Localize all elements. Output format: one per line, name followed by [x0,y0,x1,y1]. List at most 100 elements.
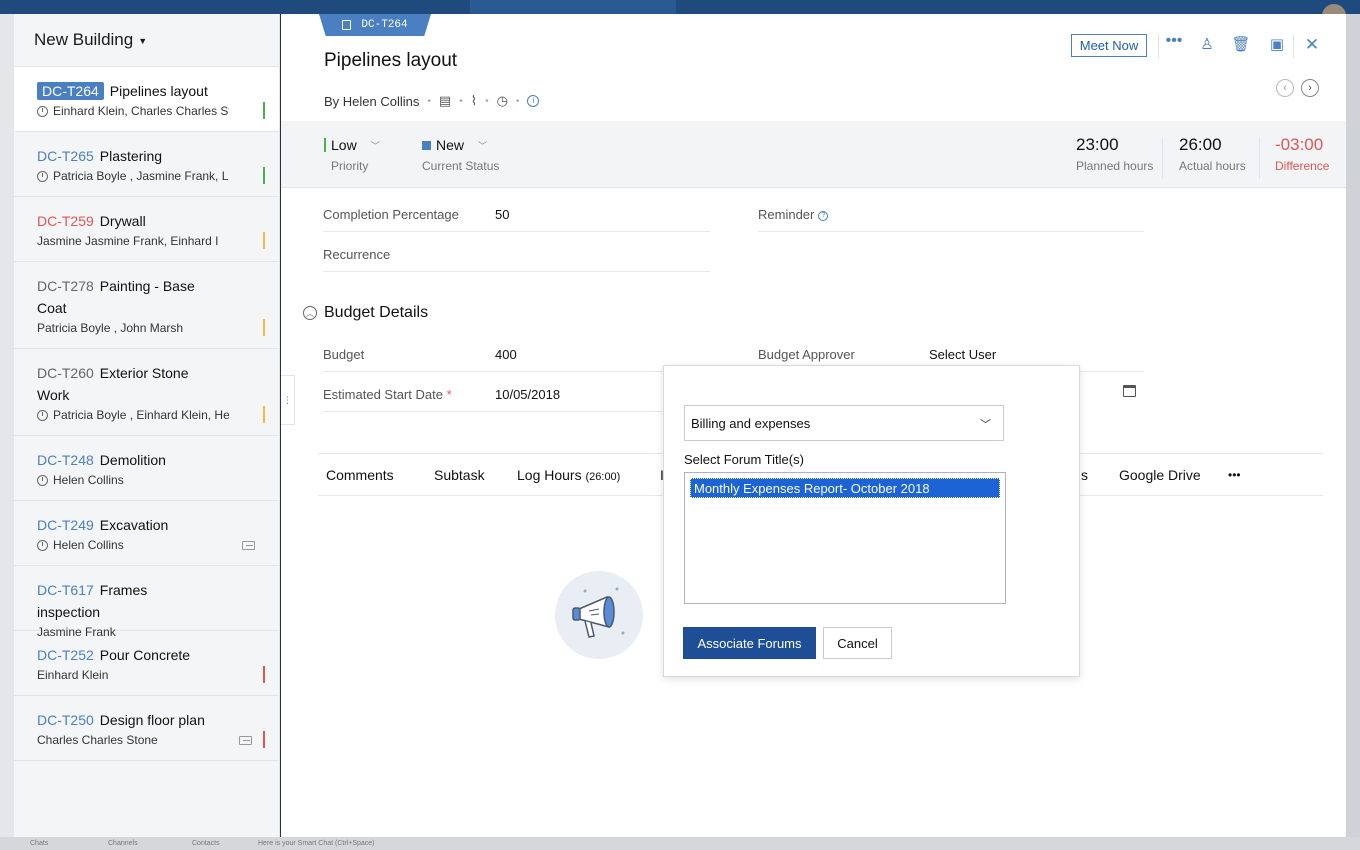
tab-comments[interactable]: Comments [326,467,394,483]
tab-log-hours[interactable]: Log Hours (26:00) [517,467,620,483]
task-list-item[interactable]: DC-T259 Drywall Jasmine Jasmine Frank, Ei… [14,197,279,262]
start-date-value[interactable]: 10/05/2018 [495,387,560,402]
task-id-label: DC-T264 [361,19,408,31]
task-title: Design floor plan [99,712,205,728]
planned-hours: 23:00 Planned hours [1076,135,1154,173]
budget-section-header[interactable]: ︿ Budget Details [303,304,428,322]
bottom-chat-bar: Chats Channels Contacts Here is your Sma… [0,837,1360,850]
approver-label: Budget Approver [758,347,855,362]
task-list-item[interactable]: DC-T264 Pipelines layout Einhard Klein, C… [14,67,279,132]
task-list-item[interactable]: DC-T250 Design floor plan Charles Charles… [14,696,279,761]
chats-label[interactable]: Chats [30,840,48,847]
trash-icon[interactable]: 🗑 [1231,35,1251,53]
top-bar-search-area[interactable] [470,0,676,14]
approver-value[interactable]: Select User [929,347,996,362]
calendar-icon[interactable] [1123,385,1136,397]
task-assignees: Einhard Klein [37,668,109,682]
right-rail [1346,14,1360,837]
priority-value: Low [331,137,357,153]
priority-label: Priority [331,159,369,173]
template-icon[interactable]: ▣ [1267,35,1287,53]
more-icon[interactable]: ••• [1164,32,1184,50]
clock-icon [37,539,48,551]
task-assignees: Patricia Boyle , Einhard Klein, He [53,408,229,422]
priority-flag [263,666,265,683]
task-title: Plastering [99,148,163,164]
previous-task-icon[interactable]: ‹ [1276,79,1294,97]
task-assignees: Helen Collins [53,473,124,487]
task-id: DC-T248 [37,452,94,468]
status-value: New [436,137,465,153]
task-list-item[interactable]: DC-T260 Exterior Stone Work Patricia Boyl… [14,349,279,436]
priority-flag [263,167,265,184]
forum-titles-listbox[interactable]: Monthly Expenses Report- October 2018 [684,472,1006,604]
user-icon[interactable]: ♙ [1197,35,1217,53]
smart-chat-input[interactable]: Here is your Smart Chat (Ctrl+Space) [258,840,375,847]
task-id: DC-T264 [37,82,104,100]
task-title: Demolition [99,452,166,468]
tab-google-drive[interactable]: Google Drive [1119,467,1201,483]
status-label: Current Status [422,159,500,173]
page-title[interactable]: Pipelines layout [324,50,457,72]
priority-flag [263,319,265,336]
comment-icon[interactable]: ▤ [439,93,451,109]
task-assignees: Einhard Klein, Charles Charles St [53,104,229,118]
close-icon[interactable]: ✕ [1302,35,1322,55]
attachment-icon[interactable]: ⌇ [471,93,477,109]
task-assignees: Charles Charles Stone [37,733,158,747]
collapse-icon[interactable]: ︿ [303,306,317,320]
log-hours-count: (26:00) [585,471,621,483]
help-icon[interactable]: ? [818,210,829,221]
meet-now-button[interactable]: Meet Now [1071,34,1147,57]
recurrence-label: Recurrence [323,247,391,262]
task-list-item[interactable]: DC-T278 Painting - Base Coat Patricia Boy… [14,262,279,349]
task-list-item[interactable]: DC-T252 Pour Concrete Einhard Klein [14,631,279,696]
chevron-down-icon: ﹀ [980,419,991,431]
project-selector[interactable]: New Building ▼ [14,14,279,67]
status-field[interactable]: New ﹀ Current Status [422,137,499,173]
required-marker: * [446,387,452,402]
task-assignees: Patricia Boyle , Jasmine Frank, Li [53,169,229,183]
forum-option[interactable]: Monthly Expenses Report- October 2018 [690,478,1000,498]
associate-forums-button[interactable]: Associate Forums [683,627,816,659]
megaphone-illustration-icon [555,571,643,659]
task-id-tab: DC-T264 [319,14,431,36]
next-task-icon[interactable]: › [1301,79,1319,97]
task-title: Pipelines layout [109,83,208,99]
priority-flag [263,232,265,249]
timer-icon[interactable]: ◷ [497,93,508,109]
task-assignees: Jasmine Jasmine Frank, Einhard I [37,234,219,248]
associate-forums-dialog: Billing and expenses ﹀ Select Forum Titl… [663,365,1080,677]
task-list-item[interactable]: DC-T265 Plastering Patricia Boyle , Jasmi… [14,132,279,197]
tab-partial-hidden-right[interactable]: s [1081,467,1088,483]
completion-value[interactable]: 50 [495,207,509,222]
actual-hours: 26:00 Actual hours [1179,135,1246,173]
budget-value[interactable]: 400 [495,347,517,362]
task-id: DC-T249 [37,517,94,533]
task-id: DC-T265 [37,148,94,164]
contacts-label[interactable]: Contacts [192,840,220,847]
more-tabs-icon[interactable]: ••• [1228,468,1241,482]
task-list-item[interactable]: DC-T249 Excavation Helen Collins [14,501,279,566]
priority-flag [263,102,265,119]
clock-icon [37,105,48,117]
panel-resize-handle[interactable]: ⋮ [281,375,295,425]
info-icon[interactable]: i [527,95,540,107]
budget-section-title: Budget Details [324,304,429,321]
task-status-bar: Low ﹀ Priority New ﹀ Current Status 23:00 … [281,121,1346,188]
priority-flag [263,406,265,423]
caret-down-icon: ▼ [138,36,148,46]
task-list-item[interactable]: DC-T248 Demolition Helen Collins [14,436,279,501]
difference-hours: -03:00 Difference [1275,135,1330,173]
reminder-label: Reminder [758,207,815,222]
channels-label[interactable]: Channels [108,840,138,847]
task-list-item[interactable]: DC-T617 Frames inspection Jasmine Frank [14,566,279,639]
subtask-icon [239,736,252,745]
left-rail [0,14,14,850]
cancel-button[interactable]: Cancel [823,627,892,659]
forum-category-select[interactable]: Billing and expenses ﹀ [684,405,1004,441]
priority-field[interactable]: Low ﹀ Priority [324,137,380,173]
task-id: DC-T250 [37,712,94,728]
status-indicator [422,140,431,150]
tab-subtask[interactable]: Subtask [434,467,485,483]
